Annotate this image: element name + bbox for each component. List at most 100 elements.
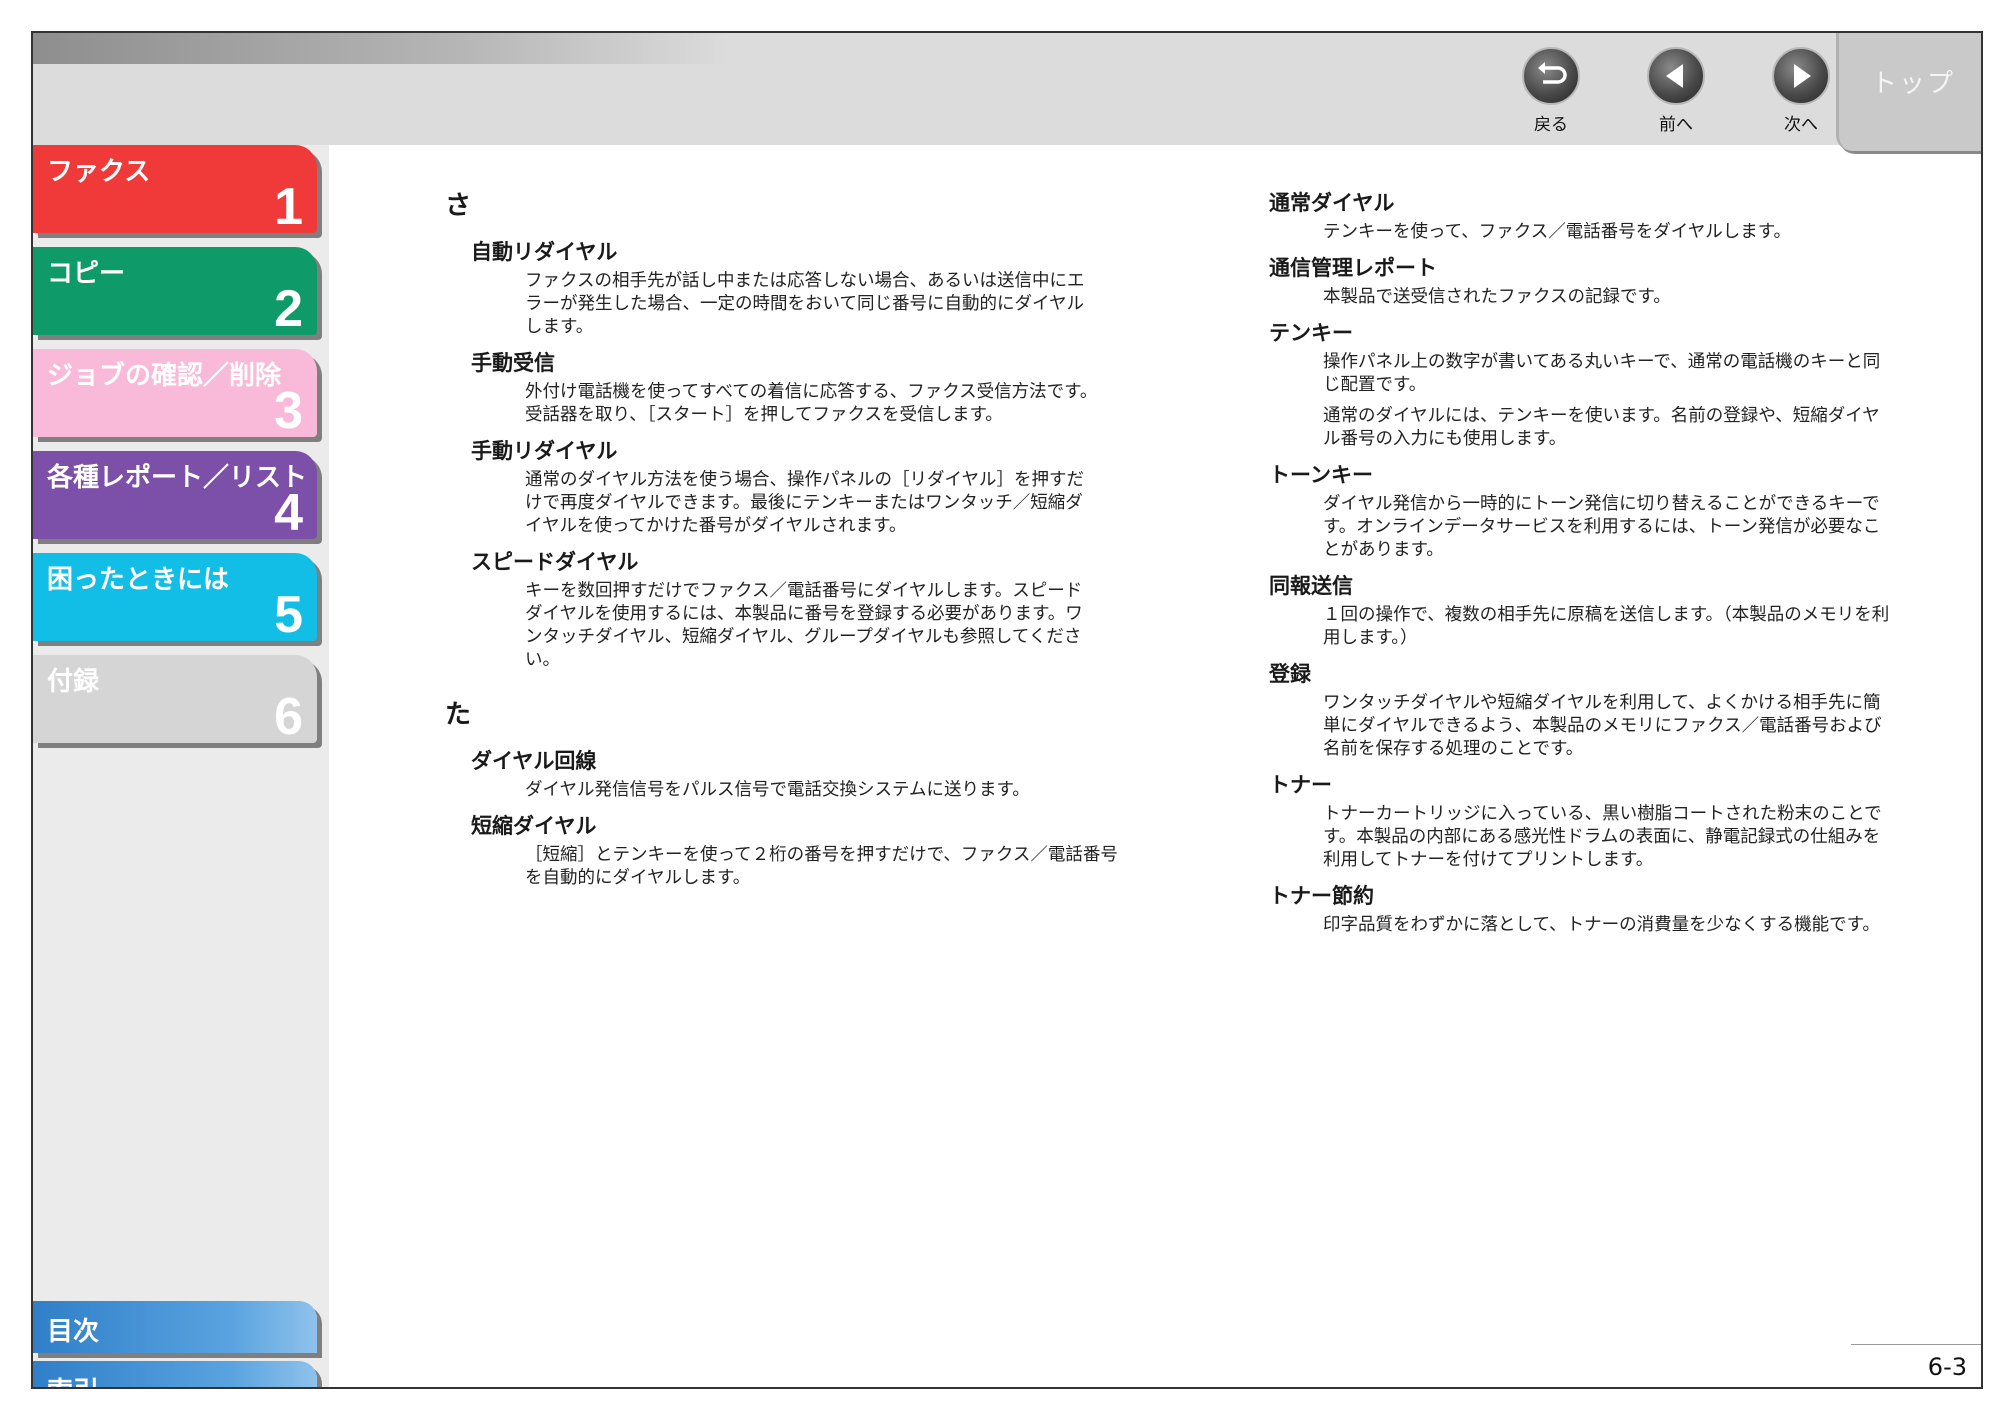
sidebar-tab-copy[interactable]: コピー 2 (33, 247, 317, 338)
header-stripe (33, 33, 733, 64)
tab-number: 1 (274, 178, 303, 236)
content-area: さ 自動リダイヤルファクスの相手先が話し中または応答しない場合、あるいは送信中に… (329, 145, 1981, 1387)
back-label: 戻る (1534, 115, 1568, 135)
definition-line: します。 (525, 317, 594, 337)
index-label: 索引 (47, 1371, 99, 1387)
definition-line: テンキーを使って、ファクス／電話番号をダイヤルします。 (1323, 222, 1791, 242)
glossary-list-sa: 自動リダイヤルファクスの相手先が話し中または応答しない場合、あるいは送信中にエラ… (445, 236, 1165, 672)
definition-line: けで再度ダイヤルできます。最後にテンキーまたはワンタッチ／短縮ダ (525, 493, 1083, 513)
section-heading-sa: さ (445, 191, 472, 221)
page-number-rule (1851, 1344, 1981, 1345)
glossary-definition: ダイヤル発信から一時的にトーン発信に切り替えることができるキーで す。オンラインデ… (1323, 493, 1981, 562)
glossary-term: 同報送信 (1269, 574, 1353, 598)
glossary-definition: 印字品質をわずかに落として、トナーの消費量を少なくする機能です。 (1323, 914, 1981, 937)
definition-line: １回の操作で、複数の相手先に原稿を送信します。（本製品のメモリを利 (1323, 605, 1890, 625)
definition-line: 操作パネル上の数字が書いてある丸いキーで、通常の電話機のキーと同 (1323, 352, 1881, 372)
triangle-left-icon (1647, 47, 1705, 105)
tab-number: 4 (274, 484, 303, 542)
next-button[interactable]: 次へ (1761, 47, 1841, 135)
glossary-term: トナー (1269, 773, 1332, 797)
glossary-term: 自動リダイヤル (471, 240, 618, 264)
section-heading-ta: た (445, 700, 472, 730)
glossary-definition: ［短縮］とテンキーを使って２桁の番号を押すだけで、ファクス／電話番号 を自動的にダ… (525, 844, 1165, 890)
top-button[interactable]: トップ (1836, 33, 1981, 151)
sidebar-link-contents[interactable]: 目次 (33, 1301, 317, 1353)
sidebar-link-index[interactable]: 索引 (33, 1361, 317, 1387)
glossary-list-right: 通常ダイヤルテンキーを使って、ファクス／電話番号をダイヤルします。通信管理レポー… (1269, 187, 1981, 937)
glossary-definition: テンキーを使って、ファクス／電話番号をダイヤルします。 (1323, 221, 1981, 244)
glossary-definition: 外付け電話機を使ってすべての着信に応答する、ファクス受信方法です。 受話器を取り、… (525, 381, 1165, 427)
tab-number: 3 (274, 382, 303, 440)
glossary-definition: キーを数回押すだけでファクス／電話番号にダイヤルします。スピード ダイヤルを使用す… (525, 580, 1165, 672)
glossary-definition: ファクスの相手先が話し中または応答しない場合、あるいは送信中にエ ラーが発生した場… (525, 270, 1165, 339)
header-bar: 戻る 前へ 次へ トップ (33, 33, 1981, 151)
sidebar-tab-troubleshooting[interactable]: 困ったときには 5 (33, 553, 317, 644)
sidebar-tab-job-status[interactable]: ジョブの確認／削除 3 (33, 349, 317, 440)
definition-line: ワンタッチダイヤルや短縮ダイヤルを利用して、よくかける相手先に簡 (1323, 693, 1881, 713)
definition-line: 通常のダイヤル方法を使う場合、操作パネルの［リダイヤル］を押すだ (525, 470, 1084, 490)
glossary-definition: ワンタッチダイヤルや短縮ダイヤルを利用して、よくかける相手先に簡 単にダイヤルでき… (1323, 692, 1981, 761)
definition-line: ル番号の入力にも使用します。 (1323, 429, 1567, 449)
glossary-term: スピードダイヤル (471, 550, 639, 574)
glossary-definition: 本製品で送受信されたファクスの記録です。 (1323, 286, 1981, 309)
definition-line: トナーカートリッジに入っている、黒い樹脂コートされた粉末のことで (1323, 804, 1882, 824)
tab-label: コピー (47, 259, 126, 289)
definition-line: ダイヤル発信から一時的にトーン発信に切り替えることができるキーで (1323, 494, 1880, 514)
sidebar-tab-fax[interactable]: ファクス 1 (33, 145, 317, 236)
definition-line: を自動的にダイヤルします。 (525, 868, 751, 888)
glossary-term: 通常ダイヤル (1269, 191, 1395, 215)
definition-line: とがあります。 (1323, 540, 1444, 560)
glossary-list-ta: ダイヤル回線 ダイヤル発信信号をパルス信号で電話交換システムに送ります。 短縮ダイヤ… (445, 745, 1165, 890)
sidebar-tab-appendix[interactable]: 付録 6 (33, 655, 317, 746)
top-label: トップ (1871, 69, 1956, 99)
triangle-right-icon (1772, 47, 1830, 105)
sidebar: ファクス 1 コピー 2 ジョブの確認／削除 3 各種レポート／リスト 4 困っ… (33, 145, 329, 1387)
definition-line: ダイヤル発信信号をパルス信号で電話交換システムに送ります。 (525, 780, 1030, 800)
definition-line: ンタッチダイヤル、短縮ダイヤル、グループダイヤルも参照してくださ (525, 627, 1082, 647)
sidebar-tab-reports[interactable]: 各種レポート／リスト 4 (33, 451, 317, 542)
definition-line: 単にダイヤルできるよう、本製品のメモリにファクス／電話番号および (1323, 716, 1882, 736)
tab-number: 6 (274, 688, 303, 746)
definition-line: ［短縮］とテンキーを使って２桁の番号を押すだけで、ファクス／電話番号 (525, 845, 1118, 865)
page-frame: 戻る 前へ 次へ トップ ファクス 1 コピー 2 ジョブの確認／削除 3 各種… (31, 31, 1983, 1389)
back-icon (1522, 47, 1580, 105)
page-number: 6-3 (1927, 1353, 1967, 1381)
glossary-term: 通信管理レポート (1269, 256, 1437, 280)
tab-number: 5 (274, 586, 303, 644)
right-column: 通常ダイヤルテンキーを使って、ファクス／電話番号をダイヤルします。通信管理レポー… (1269, 187, 1981, 945)
tab-label: 困ったときには (47, 565, 230, 595)
contents-label: 目次 (47, 1317, 100, 1347)
back-button[interactable]: 戻る (1511, 47, 1591, 135)
definition-line: す。オンラインデータサービスを利用するには、トーン発信が必要なこ (1323, 517, 1881, 537)
glossary-term: テンキー (1269, 321, 1353, 345)
glossary-term: ダイヤル回線 (471, 749, 597, 773)
glossary-term: トーンキー (1269, 463, 1373, 487)
glossary-definition: 通常のダイヤル方法を使う場合、操作パネルの［リダイヤル］を押すだ けで再度ダイヤル… (525, 469, 1165, 538)
glossary-definition: トナーカートリッジに入っている、黒い樹脂コートされた粉末のことで す。本製品の内部… (1323, 803, 1981, 872)
definition-line: 通常のダイヤルには、テンキーを使います。名前の登録や、短縮ダイヤ (1323, 406, 1880, 426)
tab-label: ジョブの確認／削除 (47, 361, 282, 391)
definition-line: 本製品で送受信されたファクスの記録です。 (1323, 287, 1671, 307)
definition-line: じ配置です。 (1323, 375, 1427, 395)
definition-line: 受話器を取り、［スタート］を押してファクスを受信します。 (525, 405, 1003, 425)
definition-line: 印字品質をわずかに落として、トナーの消費量を少なくする機能です。 (1323, 915, 1880, 935)
definition-line: す。本製品の内部にある感光性ドラムの表面に、静電記録式の仕組みを (1323, 827, 1881, 847)
next-label: 次へ (1784, 115, 1818, 135)
left-column: さ 自動リダイヤルファクスの相手先が話し中または応答しない場合、あるいは送信中に… (445, 185, 1165, 898)
glossary-term: 手動リダイヤル (471, 439, 618, 463)
glossary-term: 登録 (1269, 662, 1311, 686)
tab-label: 付録 (47, 667, 100, 697)
glossary-term: トナー節約 (1269, 884, 1374, 908)
glossary-definition: １回の操作で、複数の相手先に原稿を送信します。（本製品のメモリを利 用します。） (1323, 604, 1981, 650)
definition-line: 外付け電話機を使ってすべての着信に応答する、ファクス受信方法です。 (525, 382, 1098, 402)
definition-line: 名前を保存する処理のことです。 (1323, 739, 1584, 759)
definition-line: ファクスの相手先が話し中または応答しない場合、あるいは送信中にエ (525, 271, 1085, 291)
definition-line: ダイヤルを使用するには、本製品に番号を登録する必要があります。ワ (525, 604, 1083, 624)
glossary-term: 手動受信 (471, 351, 555, 375)
definition-line: 利用してトナーを付けてプリントします。 (1323, 850, 1654, 870)
prev-button[interactable]: 前へ (1636, 47, 1716, 135)
prev-label: 前へ (1659, 115, 1693, 135)
tab-label: 各種レポート／リスト (47, 463, 308, 493)
tab-number: 2 (274, 280, 303, 338)
tab-label: ファクス (47, 157, 151, 187)
